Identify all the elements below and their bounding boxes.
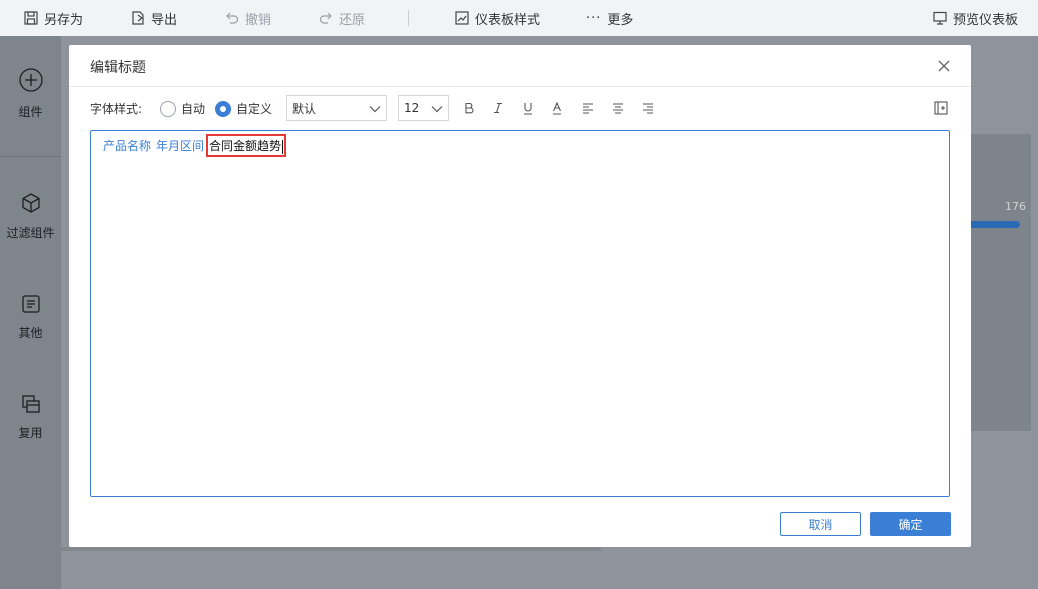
- font-size-select[interactable]: 12: [398, 95, 449, 121]
- dashboard-style-label: 仪表板样式: [475, 12, 541, 28]
- widget-edge: [61, 547, 601, 551]
- chart-bar: [970, 221, 1020, 228]
- top-toolbar: 另存为 导出 撤销 还原 仪表板样式 ··· 更多 预览仪表板: [0, 0, 1038, 36]
- document-icon: [21, 295, 40, 313]
- sidebar-divider: [0, 156, 61, 157]
- preview-dashboard-button[interactable]: 预览仪表板: [933, 0, 1018, 36]
- redo-icon: [319, 12, 332, 24]
- typed-title-text: 合同金额趋势: [206, 134, 287, 157]
- save-icon: [24, 11, 38, 25]
- sidebar-item-components[interactable]: 组件: [0, 67, 61, 120]
- font-size-value: 12: [404, 101, 420, 115]
- radio-auto-label: 自动: [181, 102, 206, 116]
- export-button[interactable]: 导出: [131, 0, 177, 36]
- radio-custom-label: 自定义: [236, 102, 273, 116]
- dialog-header: 编辑标题: [69, 45, 971, 87]
- edit-title-dialog: 编辑标题 字体样式: 自动 自定义 默认 12 产品名称 年月区间 合同金额趋势…: [69, 45, 971, 547]
- more-dots-icon: ···: [586, 10, 602, 26]
- more-label: 更多: [607, 12, 634, 28]
- radio-custom[interactable]: 自定义: [215, 100, 272, 117]
- sidebar-item-label: 过滤组件: [6, 226, 55, 240]
- chart-data-label: 176: [1005, 200, 1026, 213]
- align-right-icon[interactable]: [639, 99, 657, 117]
- export-label: 导出: [151, 12, 178, 28]
- font-style-row: 字体样式: 自动 自定义 默认 12: [90, 95, 950, 121]
- layers-icon: [21, 395, 40, 413]
- export-icon: [132, 11, 144, 25]
- insert-field-icon[interactable]: [932, 99, 950, 117]
- undo-icon: [226, 12, 239, 24]
- sidebar-item-reuse[interactable]: 复用: [0, 394, 61, 441]
- dialog-title: 编辑标题: [90, 60, 146, 76]
- font-family-select[interactable]: 默认: [286, 95, 387, 121]
- sidebar-item-filter[interactable]: 过滤组件: [0, 192, 61, 241]
- sidebar-item-other[interactable]: 其他: [0, 294, 61, 341]
- redo-label: 还原: [339, 12, 366, 28]
- align-center-icon[interactable]: [609, 99, 627, 117]
- field-tag-product[interactable]: 产品名称: [103, 137, 151, 154]
- underline-icon[interactable]: [519, 99, 537, 117]
- text-caret: [282, 139, 284, 154]
- save-as-button[interactable]: 另存为: [24, 0, 83, 36]
- font-color-icon[interactable]: [548, 99, 566, 117]
- monitor-icon: [933, 11, 947, 25]
- dashboard-style-button[interactable]: 仪表板样式: [455, 0, 540, 36]
- field-tag-date-range[interactable]: 年月区间: [156, 137, 204, 154]
- radio-circle-selected[interactable]: [215, 100, 231, 117]
- cancel-button[interactable]: 取消: [780, 512, 861, 536]
- redo-button[interactable]: 还原: [319, 0, 365, 36]
- cube-icon: [21, 193, 40, 213]
- sidebar-item-label: 组件: [18, 105, 43, 119]
- undo-button[interactable]: 撤销: [225, 0, 271, 36]
- undo-label: 撤销: [245, 12, 272, 28]
- bold-icon[interactable]: [460, 99, 478, 117]
- left-sidebar: 组件 过滤组件 其他 复用: [0, 36, 61, 589]
- more-button[interactable]: ··· 更多: [586, 0, 633, 36]
- sidebar-item-label: 其他: [18, 326, 43, 340]
- sidebar-item-label: 复用: [18, 426, 43, 440]
- radio-circle[interactable]: [160, 100, 176, 117]
- confirm-button[interactable]: 确定: [870, 512, 951, 536]
- title-editor[interactable]: 产品名称 年月区间 合同金额趋势: [90, 130, 950, 497]
- save-as-label: 另存为: [44, 12, 84, 28]
- font-style-label: 字体样式:: [90, 102, 143, 116]
- chevron-down-icon: [431, 106, 443, 113]
- preview-label: 预览仪表板: [953, 12, 1019, 28]
- close-icon[interactable]: [937, 59, 951, 73]
- font-family-value: 默认: [292, 101, 317, 116]
- editor-content: 产品名称 年月区间 合同金额趋势: [103, 134, 287, 157]
- chevron-down-icon: [369, 106, 381, 113]
- radio-auto[interactable]: 自动: [160, 100, 205, 117]
- toolbar-divider: [408, 10, 409, 26]
- typed-title-value: 合同金额趋势: [209, 139, 282, 153]
- style-icon: [455, 11, 469, 25]
- plus-circle-icon: [18, 68, 43, 92]
- align-left-icon[interactable]: [579, 99, 597, 117]
- italic-icon[interactable]: [489, 99, 507, 117]
